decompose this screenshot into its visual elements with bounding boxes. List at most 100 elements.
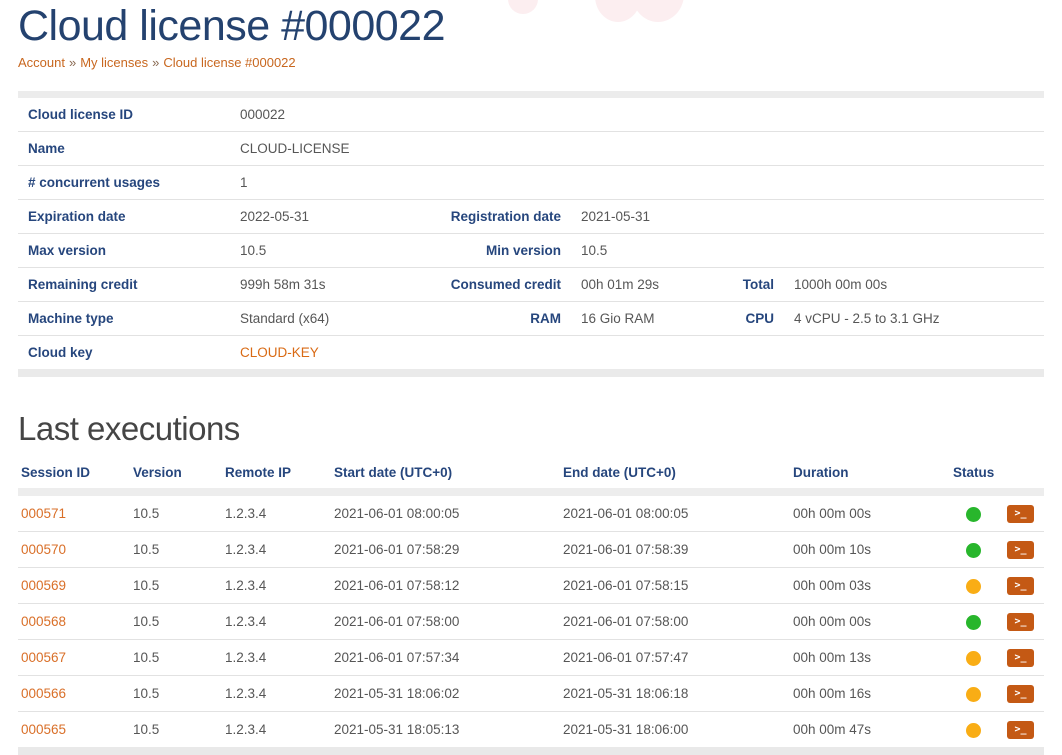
end-date-cell: 2021-06-01 07:58:39	[560, 532, 790, 568]
version-cell: 10.5	[130, 676, 222, 712]
breadcrumb-link-my-licenses[interactable]: My licenses	[80, 55, 148, 70]
detail-row-cloud-license-id: Cloud license ID 000022	[18, 95, 1044, 132]
page-title: Cloud license #000022	[18, 0, 1044, 50]
column-header-session-id: Session ID	[18, 459, 130, 492]
start-date-cell: 2021-05-31 18:06:02	[331, 676, 560, 712]
terminal-icon[interactable]: >_	[1007, 577, 1034, 595]
breadcrumb-separator: »	[69, 55, 76, 70]
execution-row: 000567 10.5 1.2.3.4 2021-06-01 07:57:34 …	[18, 640, 1044, 676]
session-id-link[interactable]: 000566	[21, 686, 66, 701]
version-cell: 10.5	[130, 640, 222, 676]
duration-cell: 00h 00m 10s	[790, 532, 950, 568]
detail-value: 10.5	[565, 234, 1044, 268]
remote-ip-cell: 1.2.3.4	[222, 568, 331, 604]
terminal-icon[interactable]: >_	[1007, 721, 1034, 739]
terminal-icon[interactable]: >_	[1007, 685, 1034, 703]
detail-value: 1000h 00m 00s	[778, 268, 1044, 302]
end-date-cell: 2021-06-01 07:57:47	[560, 640, 790, 676]
detail-value: 1	[230, 166, 1044, 200]
executions-table: Session ID Version Remote IP Start date …	[18, 459, 1044, 755]
column-header-status: Status	[950, 459, 998, 492]
terminal-icon[interactable]: >_	[1007, 649, 1034, 667]
cloud-license-page: Cloud license #000022 Account » My license…	[0, 0, 1062, 755]
detail-label: RAM	[440, 302, 565, 336]
session-id-link[interactable]: 000568	[21, 614, 66, 629]
terminal-icon[interactable]: >_	[1007, 505, 1034, 523]
status-dot	[966, 507, 981, 522]
duration-cell: 00h 00m 16s	[790, 676, 950, 712]
execution-row: 000571 10.5 1.2.3.4 2021-06-01 08:00:05 …	[18, 492, 1044, 532]
duration-cell: 00h 00m 13s	[790, 640, 950, 676]
start-date-cell: 2021-06-01 07:58:00	[331, 604, 560, 640]
detail-label: Min version	[440, 234, 565, 268]
breadcrumb: Account » My licenses » Cloud license #00002…	[18, 55, 1044, 70]
end-date-cell: 2021-06-01 07:58:00	[560, 604, 790, 640]
status-dot	[966, 579, 981, 594]
detail-label: Total	[700, 268, 778, 302]
detail-value: 00h 01m 29s	[565, 268, 700, 302]
detail-row-credit: Remaining credit 999h 58m 31s Consumed c…	[18, 268, 1044, 302]
detail-row-machine: Machine type Standard (x64) RAM 16 Gio R…	[18, 302, 1044, 336]
session-id-link[interactable]: 000571	[21, 506, 66, 521]
detail-label: Expiration date	[18, 200, 230, 234]
remote-ip-cell: 1.2.3.4	[222, 492, 331, 532]
duration-cell: 00h 00m 00s	[790, 604, 950, 640]
status-dot	[966, 651, 981, 666]
execution-row: 000566 10.5 1.2.3.4 2021-05-31 18:06:02 …	[18, 676, 1044, 712]
status-dot	[966, 723, 981, 738]
detail-row-dates: Expiration date 2022-05-31 Registration …	[18, 200, 1044, 234]
start-date-cell: 2021-06-01 07:58:29	[331, 532, 560, 568]
terminal-icon[interactable]: >_	[1007, 613, 1034, 631]
cloud-key-link[interactable]: CLOUD-KEY	[240, 345, 319, 360]
version-cell: 10.5	[130, 532, 222, 568]
detail-value: CLOUD-KEY	[230, 336, 1044, 374]
detail-label: Max version	[18, 234, 230, 268]
session-id-link[interactable]: 000567	[21, 650, 66, 665]
version-cell: 10.5	[130, 712, 222, 752]
column-header-remote-ip: Remote IP	[222, 459, 331, 492]
detail-value: 10.5	[230, 234, 440, 268]
remote-ip-cell: 1.2.3.4	[222, 604, 331, 640]
start-date-cell: 2021-06-01 07:58:12	[331, 568, 560, 604]
duration-cell: 00h 00m 03s	[790, 568, 950, 604]
execution-row: 000568 10.5 1.2.3.4 2021-06-01 07:58:00 …	[18, 604, 1044, 640]
detail-value: 2022-05-31	[230, 200, 440, 234]
duration-cell: 00h 00m 47s	[790, 712, 950, 752]
column-header-start-date: Start date (UTC+0)	[331, 459, 560, 492]
end-date-cell: 2021-05-31 18:06:18	[560, 676, 790, 712]
remote-ip-cell: 1.2.3.4	[222, 712, 331, 752]
detail-label: CPU	[700, 302, 778, 336]
execution-row: 000569 10.5 1.2.3.4 2021-06-01 07:58:12 …	[18, 568, 1044, 604]
executions-header-row: Session ID Version Remote IP Start date …	[18, 459, 1044, 492]
detail-label: Cloud license ID	[18, 95, 230, 132]
execution-row: 000565 10.5 1.2.3.4 2021-05-31 18:05:13 …	[18, 712, 1044, 752]
last-executions-heading: Last executions	[18, 411, 1044, 447]
version-cell: 10.5	[130, 492, 222, 532]
detail-label: Name	[18, 132, 230, 166]
detail-label: Consumed credit	[440, 268, 565, 302]
column-header-duration: Duration	[790, 459, 950, 492]
detail-label: # concurrent usages	[18, 166, 230, 200]
session-id-link[interactable]: 000569	[21, 578, 66, 593]
start-date-cell: 2021-06-01 08:00:05	[331, 492, 560, 532]
detail-label: Remaining credit	[18, 268, 230, 302]
session-id-link[interactable]: 000570	[21, 542, 66, 557]
detail-row-cloud-key: Cloud key CLOUD-KEY	[18, 336, 1044, 374]
terminal-icon[interactable]: >_	[1007, 541, 1034, 559]
detail-row-versions: Max version 10.5 Min version 10.5	[18, 234, 1044, 268]
detail-value: 4 vCPU - 2.5 to 3.1 GHz	[778, 302, 1044, 336]
breadcrumb-link-account[interactable]: Account	[18, 55, 65, 70]
status-dot	[966, 687, 981, 702]
version-cell: 10.5	[130, 568, 222, 604]
start-date-cell: 2021-06-01 07:57:34	[331, 640, 560, 676]
remote-ip-cell: 1.2.3.4	[222, 532, 331, 568]
breadcrumb-separator: »	[152, 55, 159, 70]
session-id-link[interactable]: 000565	[21, 722, 66, 737]
start-date-cell: 2021-05-31 18:05:13	[331, 712, 560, 752]
detail-value: 16 Gio RAM	[565, 302, 700, 336]
remote-ip-cell: 1.2.3.4	[222, 640, 331, 676]
status-dot	[966, 615, 981, 630]
detail-value: 999h 58m 31s	[230, 268, 440, 302]
breadcrumb-current-page[interactable]: Cloud license #000022	[163, 55, 295, 70]
detail-value: CLOUD-LICENSE	[230, 132, 1044, 166]
